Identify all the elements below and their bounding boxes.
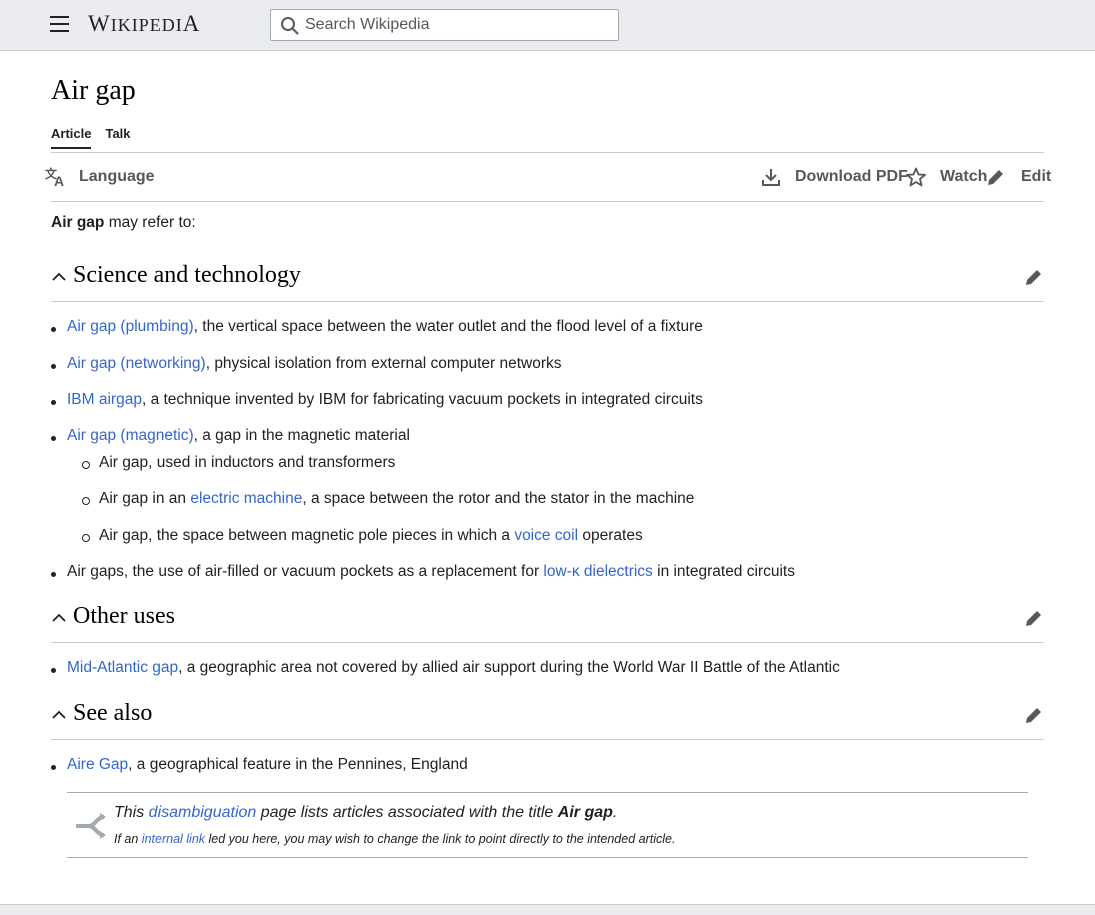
list-item-text: Air gaps, the use of air-filled or vacuu… bbox=[67, 563, 544, 580]
intro-text: may refer to: bbox=[104, 214, 196, 231]
watch-label: Watch bbox=[940, 168, 988, 185]
section-heading[interactable]: Other uses bbox=[73, 603, 175, 630]
sub-list-item: Air gap in an electric machine, a space … bbox=[81, 490, 695, 508]
notice-text: page lists articles associated with the … bbox=[256, 804, 558, 821]
divider bbox=[51, 152, 1044, 153]
chevron-up-icon[interactable] bbox=[51, 611, 67, 623]
sub-list-item: Air gap, used in inductors and transform… bbox=[81, 454, 396, 472]
main-menu-icon[interactable] bbox=[50, 16, 70, 34]
section-see-also: See also bbox=[51, 696, 1044, 740]
list-item-text: Air gap, the space between magnetic pole… bbox=[99, 527, 515, 544]
search-input[interactable] bbox=[305, 14, 605, 36]
search-box[interactable] bbox=[270, 9, 619, 41]
list-item: Aire Gap, a geographical feature in the … bbox=[51, 756, 468, 774]
search-icon bbox=[281, 17, 299, 35]
tab-article[interactable]: Article bbox=[51, 126, 92, 149]
section-other-uses: Other uses bbox=[51, 599, 1044, 643]
disambiguation-icon bbox=[76, 813, 106, 839]
list-item-text: in integrated circuits bbox=[652, 563, 795, 580]
watch-button[interactable]: Watch bbox=[906, 167, 987, 187]
sub-list-item: Air gap, the space between magnetic pole… bbox=[82, 527, 643, 545]
page-title: Air gap bbox=[51, 75, 136, 106]
notice-text: . bbox=[612, 804, 618, 821]
chevron-up-icon[interactable] bbox=[51, 708, 67, 720]
link-aire-gap[interactable]: Aire Gap bbox=[67, 756, 128, 773]
link-voice-coil[interactable]: voice coil bbox=[514, 527, 578, 544]
list-item: Air gap (networking), physical isolation… bbox=[51, 355, 562, 373]
divider bbox=[51, 739, 1044, 740]
notice-title: Air gap bbox=[557, 804, 613, 821]
divider bbox=[51, 642, 1044, 643]
section-heading[interactable]: Science and technology bbox=[73, 262, 301, 289]
list-item-text: , a gap in the magnetic material bbox=[193, 427, 410, 444]
list-item-text: , a space between the rotor and the stat… bbox=[302, 490, 695, 507]
pencil-icon[interactable] bbox=[1024, 705, 1044, 725]
language-label: Language bbox=[79, 168, 155, 185]
list-item: Air gaps, the use of air-filled or vacuu… bbox=[51, 563, 795, 581]
disambiguation-notice: This disambiguation page lists articles … bbox=[67, 792, 1028, 858]
link-electric-machine[interactable]: electric machine bbox=[190, 490, 302, 507]
language-button[interactable]: 文A Language bbox=[45, 167, 155, 187]
intro-paragraph: Air gap may refer to: bbox=[51, 214, 196, 232]
download-pdf-button[interactable]: Download PDF bbox=[761, 167, 908, 187]
link-air-gap-plumbing[interactable]: Air gap (plumbing) bbox=[67, 318, 194, 335]
list-item-text: operates bbox=[578, 527, 643, 544]
top-header: WIKIPEDIA bbox=[0, 0, 1095, 51]
edit-button[interactable]: Edit bbox=[986, 167, 1051, 187]
list-item: IBM airgap, a technique invented by IBM … bbox=[51, 391, 703, 409]
namespace-tabs: Article Talk bbox=[51, 126, 131, 149]
wikipedia-wordmark[interactable]: WIKIPEDIA bbox=[88, 11, 200, 37]
chevron-up-icon[interactable] bbox=[51, 270, 67, 282]
link-mid-atlantic-gap[interactable]: Mid-Atlantic gap bbox=[67, 659, 178, 676]
disambiguation-line-1: This disambiguation page lists articles … bbox=[114, 804, 617, 822]
section-heading[interactable]: See also bbox=[73, 700, 152, 727]
link-disambiguation[interactable]: disambiguation bbox=[149, 804, 257, 821]
section-science-and-technology: Science and technology bbox=[51, 258, 1044, 302]
link-ibm-airgap[interactable]: IBM airgap bbox=[67, 391, 142, 408]
notice-text: led you here, you may wish to change the… bbox=[205, 832, 676, 846]
language-icon: 文A bbox=[45, 167, 64, 187]
divider bbox=[51, 301, 1044, 302]
list-item: Air gap (plumbing), the vertical space b… bbox=[51, 318, 703, 336]
edit-label: Edit bbox=[1021, 168, 1052, 185]
footer-bar bbox=[0, 904, 1095, 915]
pencil-icon bbox=[988, 168, 1005, 185]
notice-text: This bbox=[114, 804, 149, 821]
link-air-gap-magnetic[interactable]: Air gap (magnetic) bbox=[67, 427, 194, 444]
list-item: Air gap (magnetic), a gap in the magneti… bbox=[51, 427, 410, 445]
download-icon bbox=[762, 169, 780, 186]
download-pdf-label: Download PDF bbox=[795, 168, 908, 185]
tab-talk[interactable]: Talk bbox=[105, 126, 130, 149]
divider bbox=[51, 201, 1044, 202]
list-item-text: , the vertical space between the water o… bbox=[193, 318, 703, 335]
disambiguation-line-2: If an internal link led you here, you ma… bbox=[114, 832, 675, 846]
list-item-text: , a technique invented by IBM for fabric… bbox=[141, 391, 703, 408]
list-item-text: Air gap in an bbox=[99, 490, 191, 507]
link-internal-link[interactable]: internal link bbox=[142, 832, 205, 846]
link-low-k-dielectrics[interactable]: low-κ dielectrics bbox=[543, 563, 652, 580]
list-item: Mid-Atlantic gap, a geographic area not … bbox=[51, 659, 840, 677]
star-icon bbox=[906, 167, 926, 187]
svg-text:A: A bbox=[54, 173, 64, 187]
pencil-icon[interactable] bbox=[1024, 608, 1044, 628]
link-air-gap-networking[interactable]: Air gap (networking) bbox=[67, 355, 206, 372]
list-item-text: , a geographical feature in the Pennines… bbox=[128, 756, 468, 773]
list-item-text: Air gap, used in inductors and transform… bbox=[99, 454, 396, 471]
list-item-text: , a geographic area not covered by allie… bbox=[178, 659, 840, 676]
pencil-icon[interactable] bbox=[1024, 267, 1044, 287]
list-item-text: , physical isolation from external compu… bbox=[205, 355, 562, 372]
notice-text: If an bbox=[114, 832, 142, 846]
intro-bold: Air gap bbox=[51, 214, 105, 231]
